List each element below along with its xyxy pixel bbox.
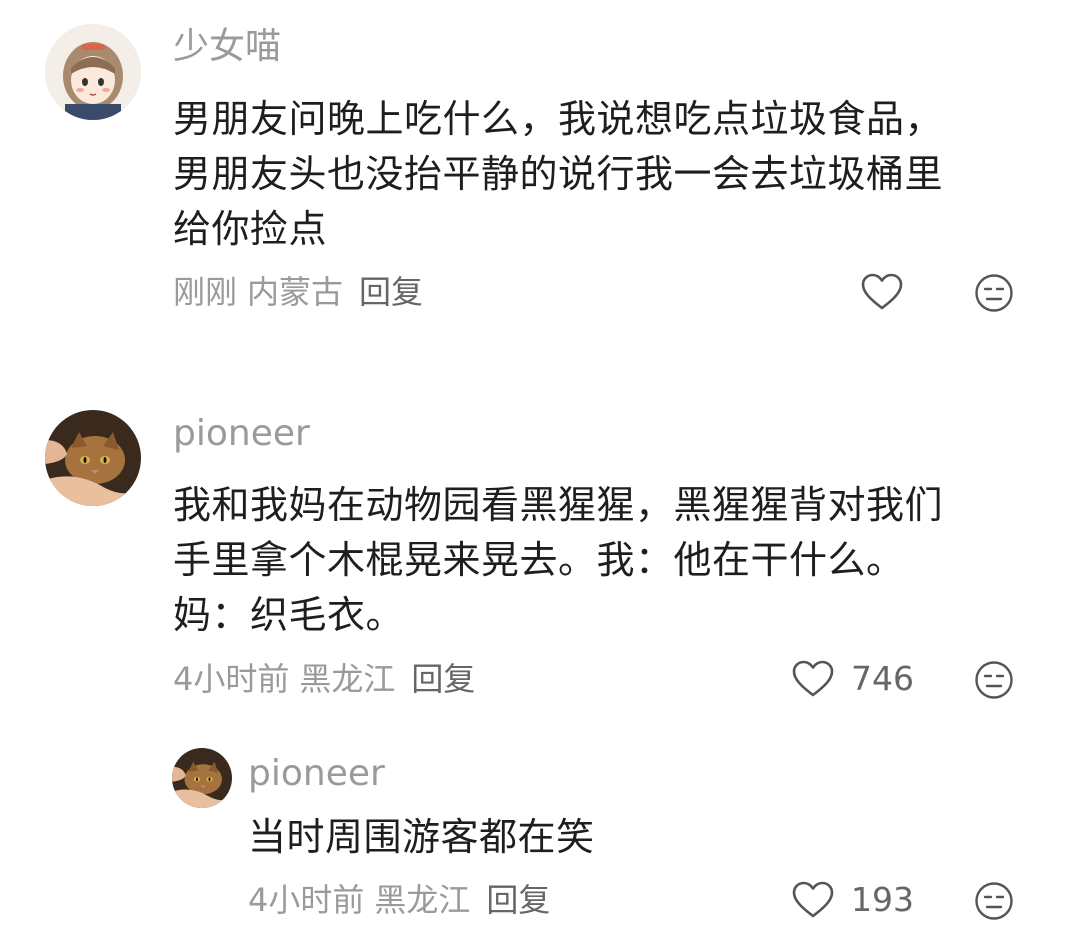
avatar[interactable] — [45, 24, 141, 120]
heart-outline-icon — [861, 273, 903, 310]
cat-avatar-icon — [45, 410, 141, 506]
reply-button[interactable]: 回复 — [486, 881, 550, 919]
comment-text-line: 我和我妈在动物园看黑猩猩，黑猩猩背对我们 — [173, 483, 944, 527]
like-button[interactable]: 746 — [791, 655, 914, 703]
username[interactable]: 少女喵 — [173, 25, 281, 69]
heart-outline-icon — [792, 881, 834, 918]
comment-item: 少女喵 男朋友问晚上吃什么，我说想吃点垃圾食品， 男朋友头也没抬平静的说行我一会… — [0, 0, 1079, 340]
dislike-button[interactable] — [974, 881, 1014, 921]
comment-text-line: 男朋友头也没抬平静的说行我一会去垃圾桶里 — [173, 152, 944, 196]
timestamp: 刚刚 — [173, 273, 238, 311]
comment-meta: 刚刚 内蒙古 回复 — [173, 272, 433, 312]
heart-outline-icon — [792, 660, 834, 697]
like-button[interactable] — [860, 268, 920, 316]
dislike-button[interactable] — [974, 273, 1014, 313]
comment-text: 我和我妈在动物园看黑猩猩，黑猩猩背对我们 手里拿个木棍晃来晃去。我：他在干什么。… — [173, 478, 943, 643]
comment-text-line: 男朋友问晚上吃什么，我说想吃点垃圾食品， — [173, 97, 944, 141]
cat-avatar-icon — [172, 748, 232, 808]
comment-meta: 4小时前 黑龙江 回复 — [248, 880, 560, 920]
comment-meta: 4小时前 黑龙江 回复 — [173, 659, 485, 699]
meh-face-icon — [975, 882, 1013, 920]
timestamp: 4小时前 — [248, 881, 365, 919]
like-button[interactable]: 193 — [791, 876, 914, 924]
location: 黑龙江 — [299, 660, 396, 698]
location: 内蒙古 — [247, 273, 344, 311]
timestamp: 4小时前 — [173, 660, 290, 698]
like-count: 193 — [851, 880, 914, 919]
avatar[interactable] — [45, 410, 141, 506]
reply-item: pioneer 当时周围游客都在笑 4小时前 黑龙江 回复 193 — [0, 735, 1079, 944]
comment-text-line: 妈：织毛衣。 — [173, 593, 405, 637]
reply-button[interactable]: 回复 — [359, 273, 423, 311]
girl-avatar-icon — [45, 24, 141, 120]
username[interactable]: pioneer — [173, 412, 310, 456]
dislike-button[interactable] — [974, 660, 1014, 700]
like-count: 746 — [851, 659, 914, 698]
meh-face-icon — [975, 661, 1013, 699]
username[interactable]: pioneer — [248, 752, 385, 796]
comment-text: 男朋友问晚上吃什么，我说想吃点垃圾食品， 男朋友头也没抬平静的说行我一会去垃圾桶… — [173, 92, 943, 257]
avatar[interactable] — [172, 748, 232, 808]
comment-text-line: 手里拿个木棍晃来晃去。我：他在干什么。 — [173, 538, 905, 582]
comment-item: pioneer 我和我妈在动物园看黑猩猩，黑猩猩背对我们 手里拿个木棍晃来晃去。… — [0, 380, 1079, 720]
comment-text-line: 给你捡点 — [173, 207, 328, 251]
location: 黑龙江 — [374, 881, 471, 919]
comment-text: 当时周围游客都在笑 — [248, 810, 595, 865]
comment-text-line: 当时周围游客都在笑 — [248, 815, 595, 859]
meh-face-icon — [975, 274, 1013, 312]
reply-button[interactable]: 回复 — [411, 660, 475, 698]
